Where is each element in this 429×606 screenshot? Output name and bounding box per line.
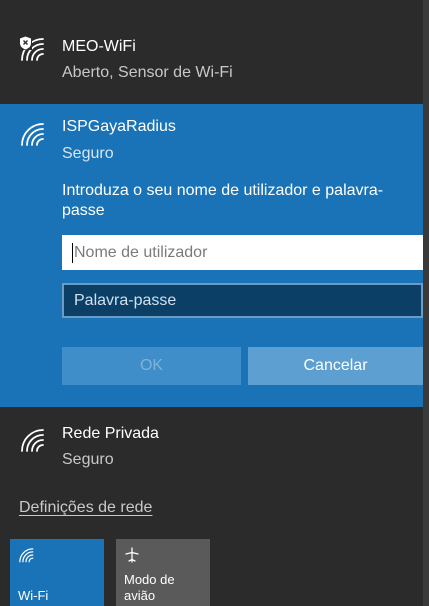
network-flyout: MEO-WiFi Aberto, Sensor de Wi-Fi ISPGaya… (0, 0, 429, 606)
network-name: ISPGayaRadius (62, 118, 176, 135)
wifi-icon (21, 123, 44, 146)
airplane-icon (125, 547, 139, 563)
network-status: Aberto, Sensor de Wi-Fi (62, 64, 233, 81)
tile-label: Wi-Fi (18, 588, 49, 603)
credentials-prompt: Introduza o seu nome de utilizador e pal… (62, 182, 384, 219)
text-caret (72, 243, 73, 263)
network-status: Seguro (62, 145, 114, 162)
cancel-button[interactable]: Cancelar (248, 347, 423, 385)
network-name: MEO-WiFi (62, 38, 136, 55)
network-item-ispgayaradius[interactable]: ISPGayaRadius Seguro Introduza o seu nom… (0, 104, 429, 407)
network-item-rede-privada[interactable]: Rede Privada Seguro (0, 414, 429, 484)
network-item-meo-wifi[interactable]: MEO-WiFi Aberto, Sensor de Wi-Fi (0, 14, 429, 100)
password-input[interactable] (62, 283, 423, 318)
tile-label: Modo de avião (124, 572, 175, 603)
network-status: Seguro (62, 451, 114, 468)
flyout-edge (423, 0, 429, 606)
ok-button[interactable]: OK (62, 347, 241, 385)
username-input[interactable] (62, 235, 423, 270)
network-settings-link[interactable]: Definições de rede (19, 499, 152, 517)
wifi-icon (21, 429, 44, 452)
wifi-icon (19, 548, 34, 563)
quick-action-wifi[interactable]: Wi-Fi (10, 539, 104, 606)
wifi-shield-icon (19, 36, 44, 61)
quick-action-airplane-mode[interactable]: Modo de avião (116, 539, 210, 606)
network-name: Rede Privada (62, 425, 159, 442)
